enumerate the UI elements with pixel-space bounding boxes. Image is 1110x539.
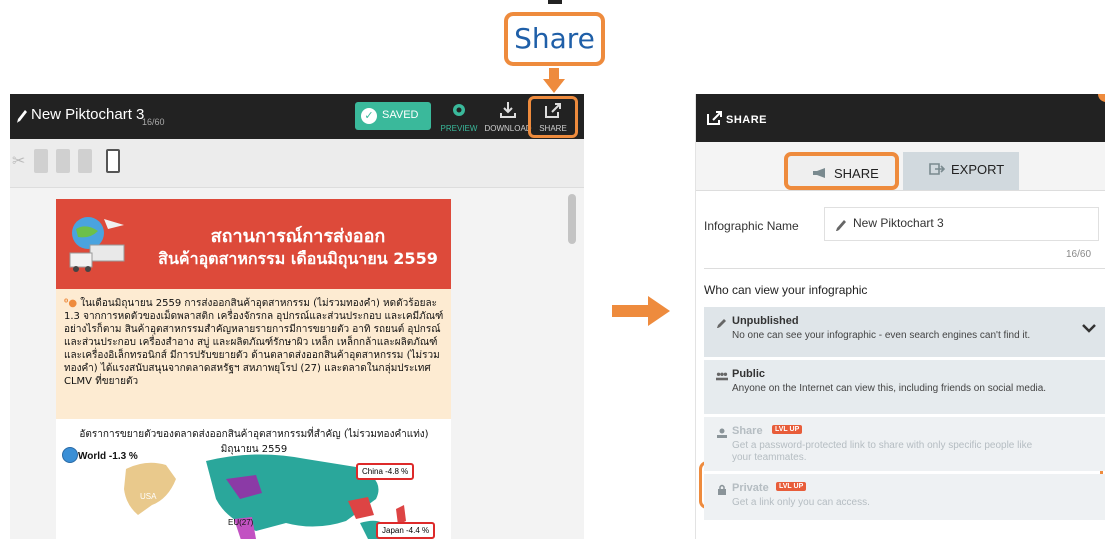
editor-top-bar: New Piktochart 3 16/60 ✓ SAVED PREVIEW D… xyxy=(10,94,584,139)
preview-label: PREVIEW xyxy=(440,124,478,133)
trash-icon[interactable] xyxy=(78,149,92,173)
download-icon xyxy=(500,102,516,118)
tab-export-label: EXPORT xyxy=(951,162,1005,177)
pencil-icon xyxy=(836,220,846,231)
export-icon xyxy=(929,163,945,175)
option-title: Unpublished xyxy=(732,315,799,327)
tab-share-label: SHARE xyxy=(834,166,879,181)
share-button-highlight xyxy=(528,96,578,138)
vertical-scrollbar[interactable] xyxy=(568,194,576,244)
tab-share[interactable]: SHARE xyxy=(784,152,899,190)
infographic-name-label: Infographic Name xyxy=(704,219,799,233)
document-title[interactable]: New Piktochart 3 xyxy=(31,106,144,123)
visibility-heading: Who can view your infographic xyxy=(704,283,868,297)
preview-button[interactable]: PREVIEW xyxy=(435,97,483,137)
infographic-title-line-2: สินค้าอุตสาหกรรม เดือนมิถุนายน 2559 xyxy=(158,249,438,268)
cut-icon[interactable]: ✂ xyxy=(12,149,25,173)
piktochart-editor: New Piktochart 3 16/60 ✓ SAVED PREVIEW D… xyxy=(10,94,584,539)
megaphone-icon xyxy=(813,168,825,178)
download-label: DOWNLOAD xyxy=(484,124,532,133)
share-panel-title: SHARE xyxy=(726,114,768,126)
pencil-icon xyxy=(717,319,726,328)
download-button[interactable]: DOWNLOAD xyxy=(484,97,532,137)
usa-label: USA xyxy=(140,492,157,501)
down-arrow-indicator xyxy=(543,68,565,94)
visibility-option-public[interactable]: Public Anyone on the Internet can view t… xyxy=(704,360,1105,414)
right-arrow-indicator xyxy=(612,296,670,326)
pencil-icon xyxy=(17,110,27,123)
option-description: No one can see your infographic - even s… xyxy=(732,330,1031,341)
option-description: Get a link only you can access. xyxy=(732,497,870,508)
visibility-option-unpublished[interactable]: Unpublished No one can see your infograp… xyxy=(704,307,1105,357)
lock-icon xyxy=(718,484,726,495)
title-char-count: 16/60 xyxy=(142,117,165,127)
infographic-body-text: ⁰● ในเดือนมิถุนายน 2559 การส่งออกสินค้าอ… xyxy=(64,298,444,387)
divider xyxy=(704,268,1105,269)
world-growth-label: World -1.3 % xyxy=(78,451,138,462)
infographic-name-value: New Piktochart 3 xyxy=(853,216,944,230)
visibility-option-private[interactable]: Private LVL UP Get a link only you can a… xyxy=(704,474,1105,520)
china-growth-box: China -4.8 % xyxy=(356,463,415,480)
japan-growth-box: Japan -4.4 % xyxy=(376,522,436,539)
share-icon xyxy=(707,111,722,125)
option-title: Share xyxy=(732,425,763,437)
editor-toolbar: ✂ xyxy=(10,139,584,187)
saved-button[interactable]: ✓ SAVED xyxy=(355,102,431,130)
saved-label: SAVED xyxy=(382,109,419,121)
infographic-header: สถานการณ์การส่งออก สินค้าอุตสาหกรรม เดือ… xyxy=(56,199,451,289)
option-title: Public xyxy=(732,368,766,380)
globe-logistics-icon xyxy=(69,217,125,272)
option-description: Anyone on the Internet can view this, in… xyxy=(732,383,1047,394)
option-title: Private xyxy=(732,482,769,494)
copy-icon[interactable] xyxy=(34,149,48,173)
world-globe-icon xyxy=(62,447,78,463)
page-layout-icon[interactable] xyxy=(106,149,120,173)
share-panel-header: SHARE xyxy=(696,94,1105,142)
eu-label: EU(27) xyxy=(228,518,254,527)
user-icon xyxy=(717,428,727,438)
name-char-count: 16/60 xyxy=(1066,249,1092,260)
chevron-down-icon[interactable] xyxy=(1082,323,1096,333)
level-up-badge: LVL UP xyxy=(776,482,807,491)
infographic-name-field[interactable]: New Piktochart 3 xyxy=(824,207,1099,241)
infographic-canvas[interactable]: สถานการณ์การส่งออก สินค้าอุตสาหกรรม เดือ… xyxy=(56,199,451,539)
users-icon xyxy=(716,372,728,381)
share-panel: SHARE SHARE EXPORT Infographic Name New … xyxy=(695,94,1105,539)
canvas-area[interactable]: สถานการณ์การส่งออก สินค้าอุตสาหกรรม เดือ… xyxy=(10,187,584,539)
paste-icon[interactable] xyxy=(56,149,70,173)
callout-connector xyxy=(548,0,562,4)
export-map-chart: อัตราการขยายตัวของตลาดส่งออกสินค้าอุตสาห… xyxy=(56,419,451,539)
share-panel-body: Infographic Name New Piktochart 3 16/60 … xyxy=(696,190,1105,539)
visibility-option-share[interactable]: Share LVL UP Get a password-protected li… xyxy=(704,417,1105,471)
level-up-badge: LVL UP xyxy=(772,425,803,434)
option-description: Get a password-protected link to share w… xyxy=(732,440,1033,463)
eye-icon xyxy=(453,104,465,116)
check-icon: ✓ xyxy=(361,108,377,124)
share-callout-label: Share xyxy=(504,12,605,66)
tab-export[interactable]: EXPORT xyxy=(903,152,1019,190)
infographic-title-line-1: สถานการณ์การส่งออก xyxy=(210,226,386,247)
